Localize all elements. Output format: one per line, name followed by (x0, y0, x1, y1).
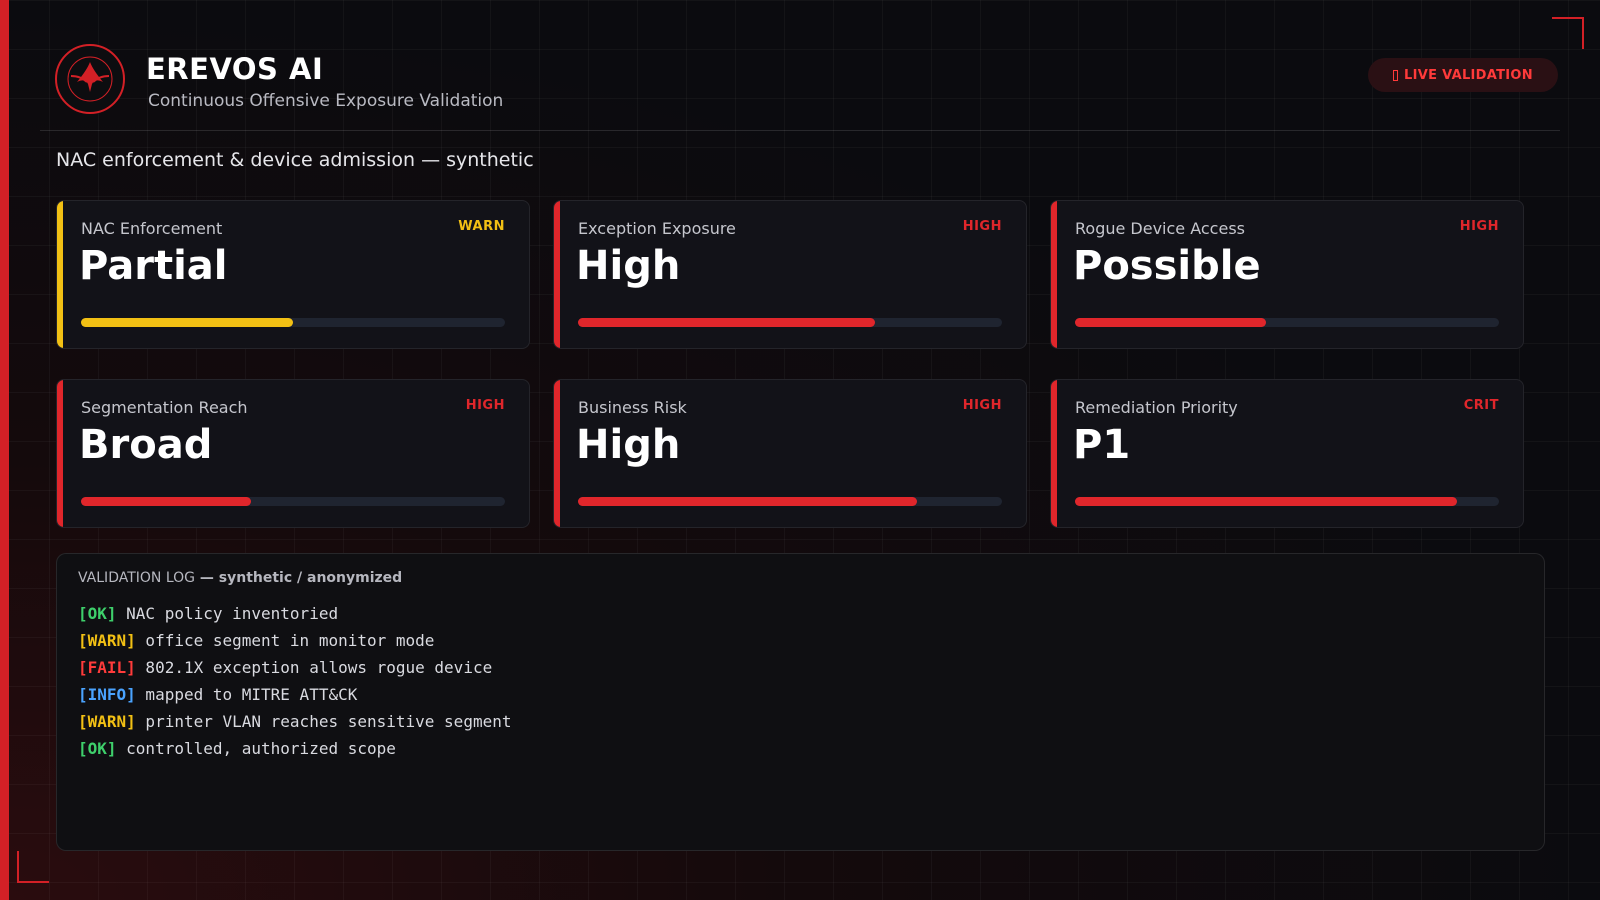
metric-card: Business Risk HIGH High (553, 379, 1027, 528)
log-status-tag: [INFO] (78, 685, 136, 704)
live-validation-label: LIVE VALIDATION (1404, 67, 1533, 83)
metric-card: Remediation Priority CRIT P1 (1050, 379, 1524, 528)
card-accent-bar (57, 380, 63, 527)
log-message: printer VLAN reaches sensitive segment (135, 712, 512, 731)
level-bar-fill (578, 497, 918, 506)
log-status-tag: [WARN] (78, 631, 136, 650)
severity-badge: HIGH (465, 398, 505, 413)
level-bar-fill (81, 318, 293, 327)
level-bar (578, 497, 1002, 506)
card-accent-bar (554, 201, 560, 348)
metric-card: Exception Exposure HIGH High (553, 200, 1027, 349)
level-bar (81, 497, 505, 506)
log-line: [FAIL] 802.1X exception allows rogue dev… (78, 654, 511, 681)
log-line: [OK] NAC policy inventoried (78, 600, 511, 627)
level-bar-fill (578, 318, 875, 327)
log-status-tag: [WARN] (78, 712, 136, 731)
metric-card: Segmentation Reach HIGH Broad (56, 379, 530, 528)
severity-badge: HIGH (962, 219, 1002, 234)
card-accent-bar (57, 201, 63, 348)
severity-badge: HIGH (1459, 219, 1499, 234)
card-accent-bar (554, 380, 560, 527)
level-bar-fill (81, 497, 251, 506)
log-lines: [OK] NAC policy inventoried [WARN] office… (78, 600, 511, 762)
level-bar (81, 318, 505, 327)
live-status-icon (1393, 69, 1399, 81)
log-title-main: VALIDATION LOG (78, 570, 196, 586)
level-bar-fill (1075, 497, 1457, 506)
metric-card: Rogue Device Access HIGH Possible (1050, 200, 1524, 349)
log-message: mapped to MITRE ATT&CK (135, 685, 358, 704)
level-bar (578, 318, 1002, 327)
header: EREVOS AI Continuous Offensive Exposure … (40, 40, 1560, 131)
severity-badge: WARN (458, 219, 505, 234)
section-title: NAC enforcement & device admission — syn… (56, 149, 534, 171)
log-title-suffix: — synthetic / anonymized (195, 570, 403, 586)
level-bar-fill (1075, 318, 1266, 327)
card-label: Rogue Device Access (1075, 219, 1245, 238)
card-label: Exception Exposure (578, 219, 736, 238)
left-accent-bar (0, 0, 9, 900)
log-message: controlled, authorized scope (116, 739, 396, 758)
card-accent-bar (1051, 201, 1057, 348)
validation-log-panel: VALIDATION LOG — synthetic / anonymized … (56, 553, 1545, 851)
card-label: Business Risk (578, 398, 687, 417)
card-value: Broad (79, 422, 213, 468)
card-value: Partial (79, 243, 228, 289)
log-title: VALIDATION LOG — synthetic / anonymized (78, 570, 402, 586)
card-accent-bar (1051, 380, 1057, 527)
log-message: 802.1X exception allows rogue device (135, 658, 493, 677)
corner-bracket-bottom-left (17, 851, 49, 883)
log-line: [OK] controlled, authorized scope (78, 735, 511, 762)
card-label: NAC Enforcement (81, 219, 223, 238)
card-value: High (576, 422, 681, 468)
log-line: [WARN] office segment in monitor mode (78, 627, 511, 654)
card-value: P1 (1073, 422, 1131, 468)
app-subtitle: Continuous Offensive Exposure Validation (148, 91, 504, 111)
log-line: [WARN] printer VLAN reaches sensitive se… (78, 708, 511, 735)
severity-badge: HIGH (962, 398, 1002, 413)
level-bar (1075, 497, 1499, 506)
eagle-icon (67, 56, 113, 102)
log-status-tag: [OK] (78, 604, 117, 623)
card-label: Remediation Priority (1075, 398, 1238, 417)
app-title: EREVOS AI (146, 52, 324, 86)
log-message: office segment in monitor mode (135, 631, 435, 650)
level-bar (1075, 318, 1499, 327)
log-message: NAC policy inventoried (116, 604, 339, 623)
live-validation-badge[interactable]: LIVE VALIDATION (1368, 58, 1558, 92)
card-value: Possible (1073, 243, 1261, 289)
card-value: High (576, 243, 681, 289)
card-label: Segmentation Reach (81, 398, 248, 417)
audax-logo-icon (55, 44, 125, 114)
log-line: [INFO] mapped to MITRE ATT&CK (78, 681, 511, 708)
severity-badge: CRIT (1463, 398, 1499, 413)
log-status-tag: [OK] (78, 739, 117, 758)
log-status-tag: [FAIL] (78, 658, 136, 677)
metric-card: NAC Enforcement WARN Partial (56, 200, 530, 349)
